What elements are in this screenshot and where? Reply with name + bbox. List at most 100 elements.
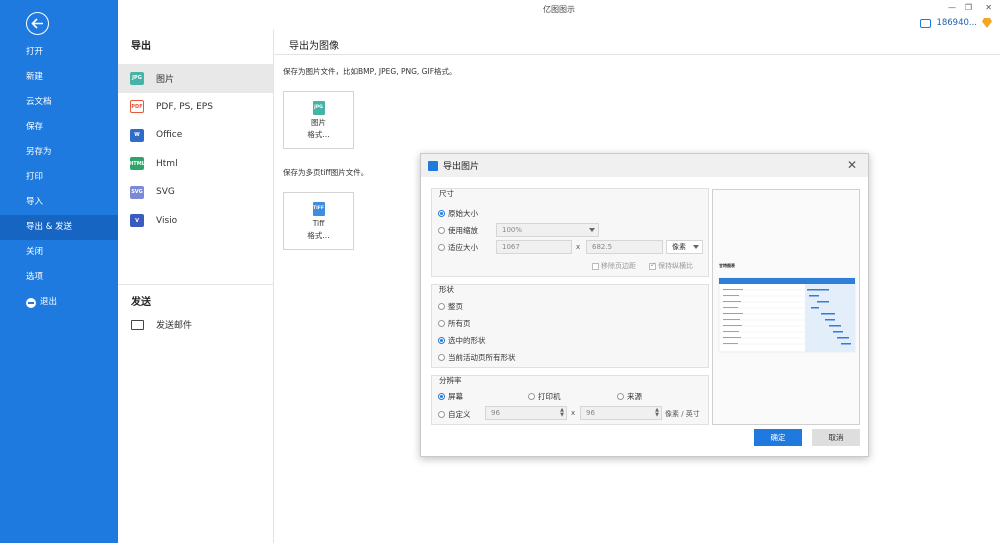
spin-arrows-icon[interactable]: ▲ ▼: [560, 408, 564, 418]
sidebar-item-cloud-docs[interactable]: 云文档: [0, 90, 118, 115]
radio-button[interactable]: [438, 303, 445, 310]
option-selected-shapes[interactable]: 选中的形状: [438, 335, 486, 346]
gantt-preview-image: [718, 277, 856, 353]
zoom-select[interactable]: 100%: [496, 223, 599, 237]
radio-button[interactable]: [438, 411, 445, 418]
exit-icon: [26, 297, 36, 308]
image-format-tile[interactable]: JPG 图片 格式...: [283, 91, 354, 149]
option-whole-page[interactable]: 整页: [438, 301, 463, 312]
export-heading: 导出: [131, 41, 151, 52]
export-type-office[interactable]: W Office: [118, 121, 273, 150]
sidebar-item-export-send[interactable]: 导出 & 发送: [0, 215, 118, 240]
sidebar-item-save-as[interactable]: 另存为: [0, 140, 118, 165]
zoom-value: 100%: [502, 226, 523, 234]
html-file-icon: HTML: [129, 157, 145, 171]
radio-button[interactable]: [438, 227, 445, 234]
option-label: 使用缩放: [448, 226, 478, 235]
option-label: 自定义: [448, 410, 471, 419]
radio-button[interactable]: [528, 393, 535, 400]
unit-select[interactable]: 像素: [666, 240, 703, 254]
checkbox[interactable]: [592, 262, 599, 270]
export-type-pdf[interactable]: PDF PDF, PS, EPS: [118, 93, 273, 122]
checkbox[interactable]: [649, 261, 656, 270]
sidebar-item-new[interactable]: 新建: [0, 65, 118, 90]
option-fit-size[interactable]: 适应大小: [438, 242, 478, 253]
user-id[interactable]: 186940...: [936, 18, 977, 28]
tile-label: Tiff: [312, 219, 325, 228]
export-type-html[interactable]: HTML Html: [118, 150, 273, 179]
sidebar-item-print[interactable]: 打印: [0, 165, 118, 190]
option-label: 来源: [627, 392, 642, 401]
spin-arrows-icon[interactable]: ▲ ▼: [655, 408, 659, 418]
option-label: 打印机: [538, 392, 561, 401]
sidebar-item-exit[interactable]: 退出: [0, 290, 118, 315]
export-type-label: Visio: [156, 215, 178, 226]
radio-button[interactable]: [617, 393, 624, 400]
times-label: x: [571, 409, 576, 417]
sidebar-nav: 打开 新建 云文档 保存 另存为 打印 导入 导出 & 发送 关闭 选项 退出: [0, 40, 118, 315]
ok-button[interactable]: 确定: [754, 429, 802, 446]
option-screen[interactable]: 屏幕: [438, 391, 463, 402]
premium-gem-icon[interactable]: [982, 18, 992, 28]
option-original-size[interactable]: 原始大小: [438, 208, 478, 219]
cancel-button[interactable]: 取消: [812, 429, 860, 446]
dialog-header: 导出图片: [421, 154, 868, 177]
sidebar-item-save[interactable]: 保存: [0, 115, 118, 140]
export-type-label: SVG: [156, 187, 175, 198]
minimize-icon[interactable]: —: [948, 3, 956, 12]
radio-button[interactable]: [438, 244, 445, 251]
dpi-y-stepper[interactable]: 96 ▲ ▼: [580, 406, 662, 420]
export-type-label: Office: [156, 130, 183, 141]
dpi-x-stepper[interactable]: 96 ▲ ▼: [485, 406, 567, 420]
option-label: 当前活动页所有形状: [448, 353, 516, 362]
mail-icon: [131, 319, 144, 330]
radio-button[interactable]: [438, 337, 445, 344]
option-label: 原始大小: [448, 209, 478, 218]
remove-margin-checkbox[interactable]: 移除页边距: [592, 261, 636, 271]
export-type-image[interactable]: JPG 图片: [118, 64, 273, 93]
keep-ratio-checkbox[interactable]: 保持纵横比: [649, 261, 693, 271]
radio-button[interactable]: [438, 320, 445, 327]
export-type-label: 图片: [156, 74, 175, 85]
radio-button[interactable]: [438, 210, 445, 217]
divider: [118, 284, 273, 285]
svg-file-icon: SVG: [130, 185, 144, 199]
option-all-pages[interactable]: 所有页: [438, 318, 471, 329]
checkbox-label: 保持纵横比: [658, 262, 693, 270]
export-type-visio[interactable]: V Visio: [118, 207, 273, 236]
sidebar-item-open[interactable]: 打开: [0, 40, 118, 65]
sidebar-item-import[interactable]: 导入: [0, 190, 118, 215]
times-label: x: [576, 243, 581, 251]
radio-button[interactable]: [438, 393, 445, 400]
tiff-format-tile[interactable]: TIFF Tiff 格式...: [283, 192, 354, 250]
restore-icon[interactable]: ❐: [965, 3, 972, 12]
export-type-panel: 导出 JPG 图片 PDF PDF, PS, EPS W Office HTML…: [118, 30, 274, 543]
option-label: 整页: [448, 302, 463, 311]
sidebar-item-options[interactable]: 选项: [0, 265, 118, 290]
title-bar: 亿图图示 — ❐ ✕: [118, 0, 1000, 18]
height-field[interactable]: 682.5: [586, 240, 663, 254]
word-file-icon: W: [130, 128, 144, 142]
dpi-y-value: 96: [586, 409, 595, 417]
option-label: 屏幕: [448, 392, 463, 401]
sidebar-item-exit-label: 退出: [40, 297, 58, 307]
option-use-zoom[interactable]: 使用缩放: [438, 225, 478, 236]
shape-group: 形状 整页 所有页 选中的形状 当前活动页所有形状: [431, 284, 709, 368]
option-custom[interactable]: 自定义: [438, 409, 471, 420]
option-source[interactable]: 来源: [617, 391, 642, 402]
export-type-svg[interactable]: SVG SVG: [118, 178, 273, 207]
option-printer[interactable]: 打印机: [528, 391, 561, 402]
size-group: 尺寸 原始大小 使用缩放 100% 适应大小 1067 x 682.5 像素 移…: [431, 188, 709, 277]
back-arrow-icon[interactable]: [26, 12, 49, 35]
close-window-icon[interactable]: ✕: [985, 3, 992, 12]
export-type-list: JPG 图片 PDF PDF, PS, EPS W Office HTML Ht…: [118, 64, 273, 235]
export-image-icon: [428, 160, 438, 171]
sidebar-item-close[interactable]: 关闭: [0, 240, 118, 265]
width-field[interactable]: 1067: [496, 240, 572, 254]
close-icon[interactable]: ✕: [847, 158, 857, 172]
radio-button[interactable]: [438, 354, 445, 361]
send-email-item[interactable]: 发送邮件: [131, 318, 192, 331]
option-current-page-shapes[interactable]: 当前活动页所有形状: [438, 352, 516, 363]
tile-sublabel: 格式...: [307, 130, 330, 139]
chat-icon[interactable]: [920, 18, 932, 28]
